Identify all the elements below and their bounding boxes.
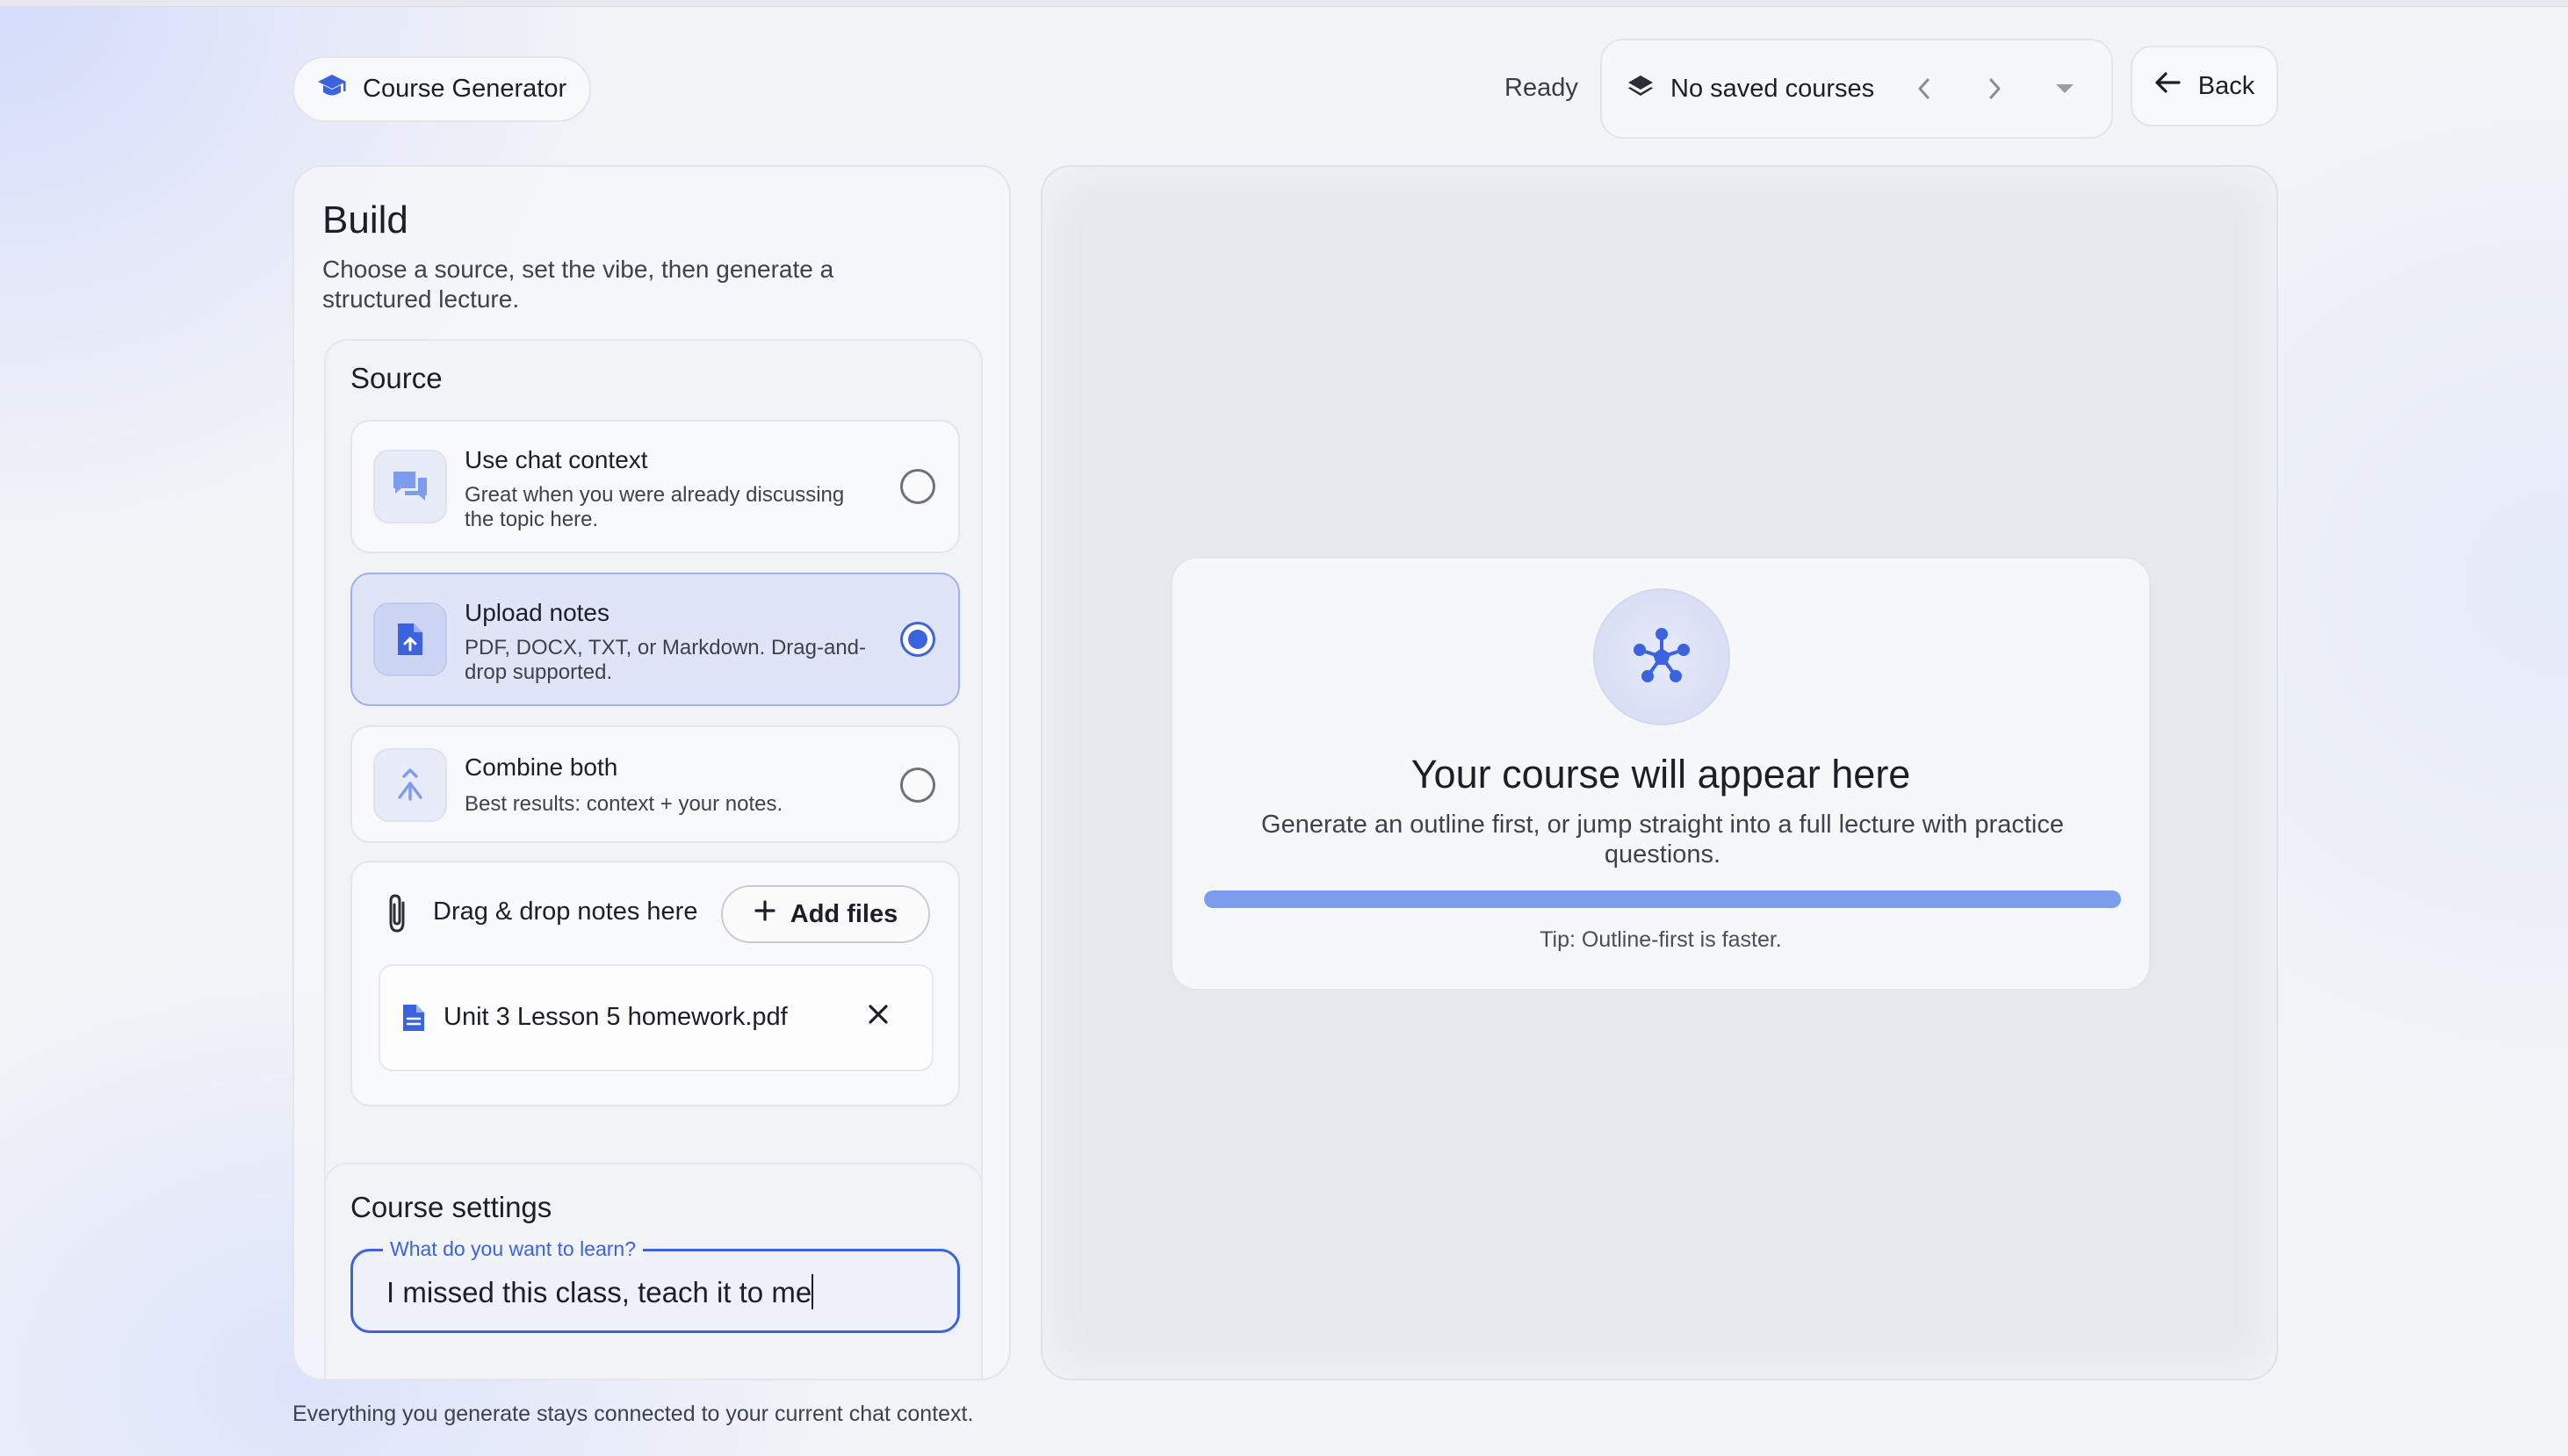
learn-field-label: What do you want to learn? [383, 1237, 643, 1260]
footer-note: Everything you generate stays connected … [292, 1402, 974, 1426]
course-settings-section: Course settings What do you want to lear… [324, 1163, 983, 1379]
build-title: Build [322, 198, 408, 241]
status-text: Ready [1504, 74, 1578, 102]
source-title: Source [350, 362, 443, 394]
tip-text: Tip: Outline-first is faster. [1540, 927, 1782, 952]
option-description: Great when you were already discussing t… [465, 483, 845, 531]
paperclip-icon [384, 892, 410, 939]
plus-icon [754, 899, 776, 929]
course-preview-panel: Your course will appear here Generate an… [1041, 165, 2278, 1380]
saved-courses-selector[interactable]: No saved courses [1600, 39, 2113, 139]
learn-field-value-wrap: I missed this class, teach it to me [386, 1274, 814, 1309]
option-title: Use chat context [465, 446, 648, 473]
option-title: Upload notes [465, 599, 610, 626]
back-label: Back [2197, 71, 2255, 100]
build-subtitle: Choose a source, set the vibe, then gene… [322, 256, 834, 313]
empty-state-title: Your course will appear here [1410, 752, 1911, 796]
dropdown-arrow-icon[interactable] [2050, 74, 2080, 104]
graduation-cap-icon [317, 73, 347, 106]
progress-fill [1204, 890, 2121, 908]
source-option-chat-context[interactable]: Use chat context Great when you were alr… [350, 420, 960, 553]
add-files-button[interactable]: Add files [721, 885, 930, 943]
source-option-combine-both[interactable]: Combine both Best results: context + you… [350, 725, 960, 843]
close-icon [868, 1004, 889, 1029]
add-files-label: Add files [790, 899, 898, 928]
progress-bar [1204, 890, 2121, 908]
option-description: PDF, DOCX, TXT, or Markdown. Drag-and-dr… [465, 636, 867, 684]
uploaded-file: Unit 3 Lesson 5 homework.pdf [379, 964, 934, 1071]
document-icon [401, 1003, 426, 1037]
layers-icon [1627, 73, 1655, 105]
source-option-upload-notes[interactable]: Upload notes PDF, DOCX, TXT, or Markdown… [350, 573, 960, 706]
radio-chat-context[interactable] [900, 469, 935, 504]
file-drop-zone[interactable]: Drag & drop notes here Add files Unit 3 … [350, 861, 960, 1106]
option-description: Best results: context + your notes. [465, 792, 783, 816]
file-upload-icon [373, 602, 447, 676]
chevron-right-icon[interactable] [1980, 74, 2009, 104]
radio-upload-notes[interactable] [900, 622, 935, 657]
arrow-left-icon [2154, 71, 2181, 101]
drop-label: Drag & drop notes here [433, 897, 698, 926]
merge-icon [373, 748, 447, 822]
course-generator-chip[interactable]: Course Generator [292, 56, 591, 122]
empty-state-description: Generate an outline first, or jump strai… [1261, 811, 2064, 869]
radio-combine-both[interactable] [900, 768, 935, 803]
back-button[interactable]: Back [2131, 46, 2278, 126]
file-name: Unit 3 Lesson 5 homework.pdf [444, 1003, 788, 1031]
chevron-left-icon[interactable] [1909, 74, 1939, 104]
learn-topic-input[interactable]: What do you want to learn? I missed this… [350, 1237, 960, 1333]
empty-state-card: Your course will appear here Generate an… [1171, 557, 2151, 991]
build-panel: Build Choose a source, set the vibe, the… [292, 165, 1011, 1380]
text-caret [812, 1274, 814, 1309]
brand-label: Course Generator [363, 75, 567, 103]
network-icon [1593, 588, 1730, 725]
saved-courses-label: No saved courses [1670, 74, 1875, 103]
option-title: Combine both [465, 753, 618, 781]
learn-field-value: I missed this class, teach it to me [386, 1276, 812, 1308]
settings-title: Course settings [350, 1191, 552, 1223]
window-top-edge [0, 0, 2568, 7]
remove-file-button[interactable] [863, 1001, 893, 1031]
chat-icon [373, 450, 447, 523]
